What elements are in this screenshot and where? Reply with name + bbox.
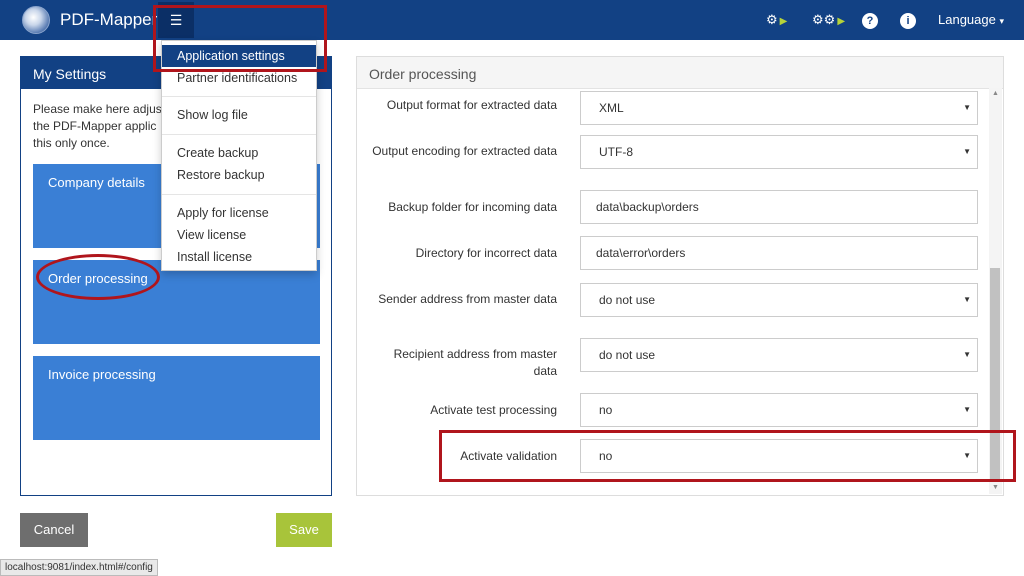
settings-play-button[interactable]: ⚙ ▶ [766, 11, 787, 29]
menu-item-show-log-file[interactable]: Show log file [162, 104, 316, 126]
tile-label: Invoice processing [48, 367, 156, 382]
field-label: Directory for incorrect data [415, 246, 557, 260]
field-label: Output format for extracted data [386, 98, 557, 112]
field-label: Sender address from master data [378, 292, 557, 306]
cancel-button[interactable]: Cancel [20, 513, 88, 547]
caret-down-icon: ▼ [963, 103, 971, 112]
info-button[interactable]: i [900, 11, 916, 29]
menu-divider [162, 134, 316, 135]
caret-down-icon: ▼ [963, 350, 971, 359]
app-brand[interactable]: PDF-Mapper [60, 10, 157, 30]
field-label: Recipient address from master data [393, 347, 557, 378]
tile-invoice-processing[interactable]: Invoice processing [33, 356, 320, 440]
menu-divider [162, 96, 316, 97]
output-format-select[interactable]: XML ▼ [580, 91, 978, 125]
output-encoding-select[interactable]: UTF-8 ▼ [580, 135, 978, 169]
menu-item-create-backup[interactable]: Create backup [162, 142, 316, 164]
sender-address-select[interactable]: do not use ▼ [580, 283, 978, 317]
menu-divider [162, 194, 316, 195]
app-logo-icon [22, 6, 50, 34]
info-icon: i [900, 13, 916, 29]
play-icon: ▶ [837, 16, 846, 27]
language-dropdown[interactable]: Language ▾ [938, 12, 1004, 27]
field-label: Activate test processing [430, 403, 557, 417]
chevron-down-icon: ▾ [999, 16, 1004, 26]
scroll-up-arrow-icon[interactable]: ▲ [992, 90, 999, 97]
menu-item-install-license[interactable]: Install license [162, 246, 316, 268]
save-button[interactable]: Save [276, 513, 332, 547]
status-bar-url: localhost:9081/index.html#/config [0, 559, 158, 576]
caret-down-icon: ▼ [963, 405, 971, 414]
recipient-address-select[interactable]: do not use ▼ [580, 338, 978, 372]
gear-icon: ⚙ [766, 12, 778, 27]
field-label: Output encoding for extracted data [372, 144, 557, 158]
field-label: Backup folder for incoming data [388, 200, 557, 214]
help-button[interactable]: ? [862, 11, 878, 29]
caret-down-icon: ▼ [963, 147, 971, 156]
order-processing-title: Order processing [357, 57, 1003, 89]
gears-icon: ⚙⚙ [812, 12, 836, 27]
app-dropdown-menu: Application settings Partner identificat… [161, 40, 317, 271]
menu-item-restore-backup[interactable]: Restore backup [162, 164, 316, 186]
incorrect-data-dir-input[interactable]: data\error\orders [580, 236, 978, 270]
menu-item-apply-for-license[interactable]: Apply for license [162, 202, 316, 224]
test-processing-select[interactable]: no ▼ [580, 393, 978, 427]
tile-label: Company details [48, 175, 145, 190]
annotation-highlight-activate-validation [439, 430, 1016, 482]
question-icon: ? [862, 13, 878, 29]
scroll-down-arrow-icon[interactable]: ▼ [992, 484, 999, 491]
annotation-highlight-settings-menu [153, 5, 327, 72]
multi-settings-play-button[interactable]: ⚙⚙ ▶ [812, 11, 845, 29]
play-icon: ▶ [779, 16, 788, 27]
annotation-highlight-order-processing [36, 254, 160, 300]
caret-down-icon: ▼ [963, 295, 971, 304]
language-label: Language [938, 12, 996, 27]
backup-folder-input[interactable]: data\backup\orders [580, 190, 978, 224]
menu-item-view-license[interactable]: View license [162, 224, 316, 246]
